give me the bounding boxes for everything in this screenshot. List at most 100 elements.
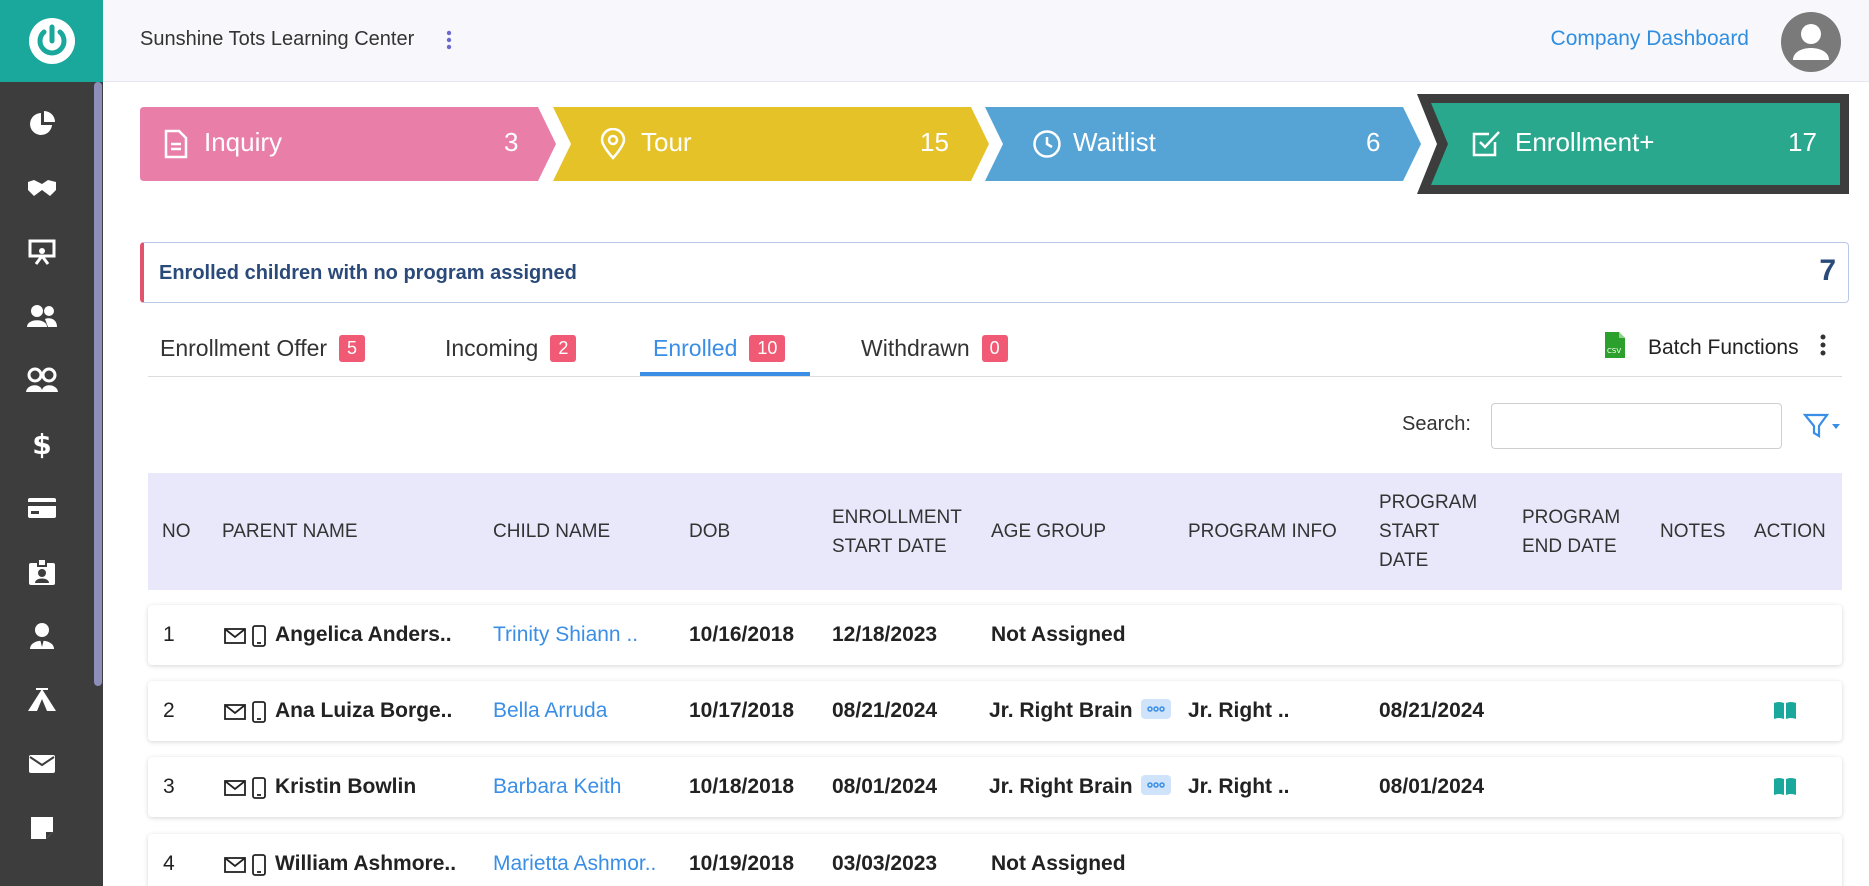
dob: 10/17/2018	[689, 699, 795, 722]
table-row[interactable]: 2 Ana Luiza Borge.. Bella Arruda 10/17/2…	[148, 681, 1842, 741]
alert-text: Enrolled children with no program assign…	[159, 262, 577, 284]
col-age-group[interactable]: AGE GROUP	[991, 517, 1106, 546]
row-number: 3	[163, 775, 175, 798]
col-dob[interactable]: DOB	[689, 517, 730, 546]
parent-name: Ana Luiza Borge..	[275, 699, 453, 722]
contact-icons	[224, 701, 266, 723]
parent-name: Kristin Bowlin	[275, 775, 417, 798]
clock-icon	[1032, 129, 1062, 164]
stage-label: Inquiry	[204, 127, 283, 157]
col-label-line: ENROLLMENT	[832, 507, 962, 528]
enrollment-start-date: 12/18/2023	[832, 623, 938, 646]
user-tie-icon[interactable]	[24, 618, 60, 654]
col-no[interactable]: NO	[162, 517, 191, 546]
tab-incoming[interactable]: Incoming 2	[445, 328, 577, 368]
center-name[interactable]: Sunshine Tots Learning Center	[140, 28, 414, 51]
tab-count-badge: 5	[339, 334, 366, 362]
col-program-start[interactable]: PROGRAM START DATE	[1379, 488, 1477, 575]
phone-icon[interactable]	[252, 625, 266, 647]
document-icon	[164, 129, 188, 164]
child-name-link[interactable]: Barbara Keith	[493, 775, 621, 799]
phone-icon[interactable]	[252, 854, 266, 876]
child-name-link[interactable]: Marietta Ashmor..	[493, 852, 656, 876]
batch-functions-button[interactable]: CSV Batch Functions	[1604, 330, 1827, 366]
email-icon[interactable]	[224, 704, 246, 720]
tab-enrolled[interactable]: Enrolled 10	[653, 328, 786, 368]
contact-icons	[224, 777, 266, 799]
col-label-line: PROGRAM	[1379, 492, 1478, 513]
dob: 10/18/2018	[689, 775, 795, 798]
col-parent-name[interactable]: PARENT NAME	[222, 517, 358, 546]
dollar-icon[interactable]: $	[24, 426, 60, 462]
phone-icon[interactable]	[252, 701, 266, 723]
no-program-alert[interactable]: Enrolled children with no program assign…	[140, 242, 1849, 303]
col-enrollment-start[interactable]: ENROLLMENT START DATE	[832, 503, 962, 561]
tab-label: Enrolled	[653, 334, 738, 361]
ellipsis-icon	[1146, 782, 1165, 789]
sidebar-scrollbar[interactable]	[94, 82, 102, 686]
email-icon[interactable]	[224, 628, 246, 644]
csv-file-icon[interactable]: CSV	[1604, 331, 1626, 365]
stage-enrollment[interactable]: Enrollment+ 17	[1417, 94, 1849, 194]
stage-label: Waitlist	[1073, 127, 1156, 157]
avatar[interactable]	[1781, 12, 1841, 72]
phone-icon[interactable]	[252, 777, 266, 799]
tab-count-badge: 10	[749, 334, 786, 362]
envelope-icon[interactable]	[24, 746, 60, 782]
id-badge-icon[interactable]	[24, 554, 60, 590]
book-open-icon[interactable]	[1773, 700, 1797, 724]
table-row[interactable]: 3 Kristin Bowlin Barbara Keith 10/18/201…	[148, 757, 1842, 817]
child-name-link[interactable]: Trinity Shiann ..	[493, 623, 638, 647]
sidebar: $	[0, 0, 103, 886]
campground-icon[interactable]	[24, 682, 60, 718]
more-programs-button[interactable]	[1140, 775, 1171, 796]
col-child-name[interactable]: CHILD NAME	[493, 517, 610, 546]
stage-waitlist[interactable]: Waitlist 6	[985, 107, 1421, 181]
col-notes[interactable]: NOTES	[1660, 517, 1725, 546]
email-icon[interactable]	[224, 780, 246, 796]
search-label: Search:	[1402, 413, 1471, 435]
pie-chart-icon[interactable]	[24, 106, 60, 142]
handshake-icon[interactable]	[24, 170, 60, 206]
book-open-icon[interactable]	[1773, 776, 1797, 800]
more-programs-button[interactable]	[1140, 699, 1171, 720]
contact-icons	[224, 625, 266, 647]
child-name-link[interactable]: Bella Arruda	[493, 699, 607, 723]
center-menu-icon[interactable]	[443, 28, 455, 52]
table-row[interactable]: 4 William Ashmore.. Marietta Ashmor.. 10…	[148, 834, 1842, 886]
tab-withdrawn[interactable]: Withdrawn 0	[861, 328, 1008, 368]
presentation-icon[interactable]	[24, 234, 60, 270]
col-label-line: START DATE	[832, 536, 947, 557]
map-pin-icon	[600, 127, 626, 165]
sticky-note-icon[interactable]	[24, 810, 60, 846]
col-program-end[interactable]: PROGRAM END DATE	[1522, 503, 1620, 561]
tab-enrollment-offer[interactable]: Enrollment Offer 5	[160, 328, 366, 368]
stage-count: 17	[1788, 127, 1817, 157]
company-dashboard-link[interactable]: Company Dashboard	[1551, 27, 1749, 51]
table-row[interactable]: 1 Angelica Anders.. Trinity Shiann .. 10…	[148, 605, 1842, 665]
enrollment-start-date: 08/01/2024	[832, 775, 938, 798]
stage-inquiry[interactable]: Inquiry 3	[140, 107, 556, 181]
children-icon[interactable]	[24, 362, 60, 398]
col-program-info[interactable]: PROGRAM INFO	[1188, 517, 1337, 546]
age-group: Not Assigned	[991, 623, 1126, 646]
alert-count: 7	[1819, 254, 1836, 287]
ellipsis-icon	[1146, 706, 1165, 713]
col-action[interactable]: ACTION	[1754, 517, 1826, 546]
app-logo[interactable]	[0, 0, 103, 82]
stage-tour[interactable]: Tour 15	[553, 107, 989, 181]
col-label-line: PROGRAM	[1522, 507, 1621, 528]
program-start-date: 08/21/2024	[1379, 699, 1485, 722]
tab-count-badge: 2	[550, 334, 577, 362]
program-info: Jr. Right ..	[1188, 699, 1290, 722]
filter-dropdown[interactable]	[1802, 412, 1843, 440]
email-icon[interactable]	[224, 857, 246, 873]
power-logo-icon	[28, 18, 75, 64]
users-icon[interactable]	[24, 298, 60, 334]
batch-menu-icon[interactable]	[1819, 333, 1827, 363]
credit-card-icon[interactable]	[24, 490, 60, 526]
parent-name: Angelica Anders..	[275, 623, 452, 646]
row-number: 2	[163, 699, 175, 722]
check-square-icon	[1471, 128, 1501, 163]
search-input[interactable]	[1491, 403, 1782, 449]
